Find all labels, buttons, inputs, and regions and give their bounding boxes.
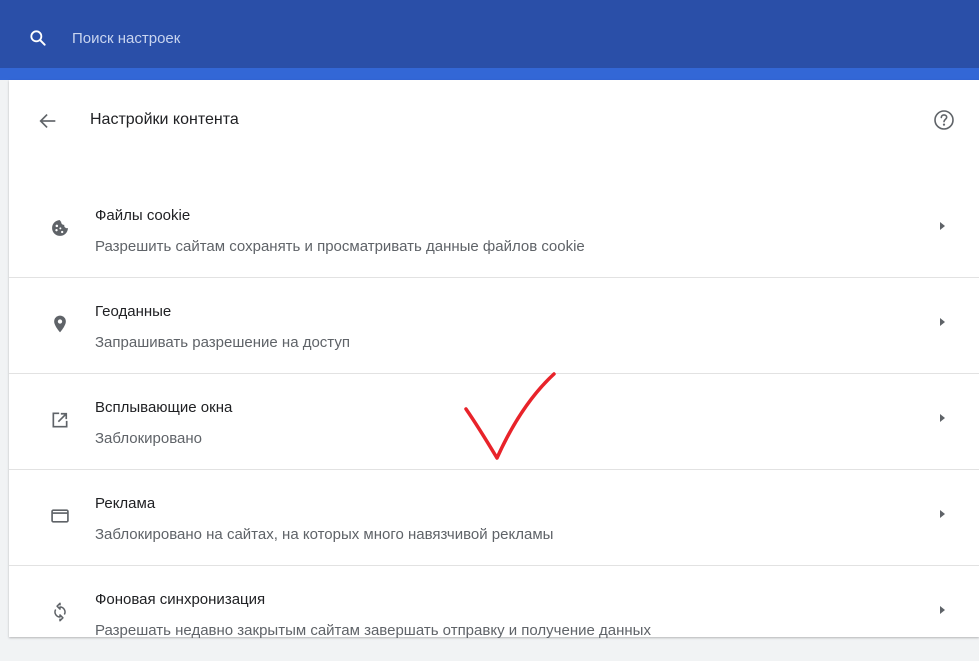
settings-row-ads[interactable]: Реклама Заблокировано на сайтах, на кото… [9, 469, 979, 565]
row-subtitle: Разрешить сайтам сохранять и просматрива… [95, 238, 585, 255]
row-subtitle: Разрешать недавно закрытым сайтам заверш… [95, 622, 651, 639]
row-title: Реклама [95, 495, 156, 512]
search-input[interactable]: Поиск настроек [72, 28, 180, 50]
content-settings-card: Настройки контента Файлы cookie Разрешит… [9, 80, 979, 639]
sync-icon [54, 602, 66, 622]
back-arrow-icon[interactable] [37, 110, 59, 132]
row-title: Фоновая синхронизация [95, 591, 266, 608]
row-subtitle: Заблокировано на сайтах, на которых мног… [95, 526, 554, 543]
chevron-right-icon [940, 414, 945, 422]
chevron-right-icon [940, 318, 945, 326]
location-pin-icon [54, 315, 66, 333]
settings-row-location[interactable]: Геоданные Запрашивать разрешение на дост… [9, 277, 979, 373]
content-settings-list: Файлы cookie Разрешить сайтам сохранять … [9, 182, 979, 661]
settings-row-popups[interactable]: Всплывающие окна Заблокировано [9, 373, 979, 469]
page-title: Настройки контента [90, 111, 239, 128]
settings-row-background-sync[interactable]: Фоновая синхронизация Разрешать недавно … [9, 565, 979, 661]
ad-window-icon [51, 509, 69, 523]
open-in-new-icon [52, 412, 68, 428]
help-icon[interactable] [932, 108, 956, 132]
row-title: Файлы cookie [95, 207, 191, 224]
toolbar-strip [0, 68, 979, 80]
row-subtitle: Заблокировано [95, 430, 202, 447]
search-icon[interactable] [28, 28, 48, 48]
cookie-icon [52, 220, 68, 236]
chevron-right-icon [940, 606, 945, 614]
search-toolbar: Поиск настроек [0, 0, 979, 68]
row-title: Всплывающие окна [95, 399, 233, 416]
chevron-right-icon [940, 510, 945, 518]
chevron-right-icon [940, 222, 945, 230]
row-subtitle: Запрашивать разрешение на доступ [95, 334, 350, 351]
settings-row-cookies[interactable]: Файлы cookie Разрешить сайтам сохранять … [9, 182, 979, 277]
row-title: Геоданные [95, 303, 172, 320]
